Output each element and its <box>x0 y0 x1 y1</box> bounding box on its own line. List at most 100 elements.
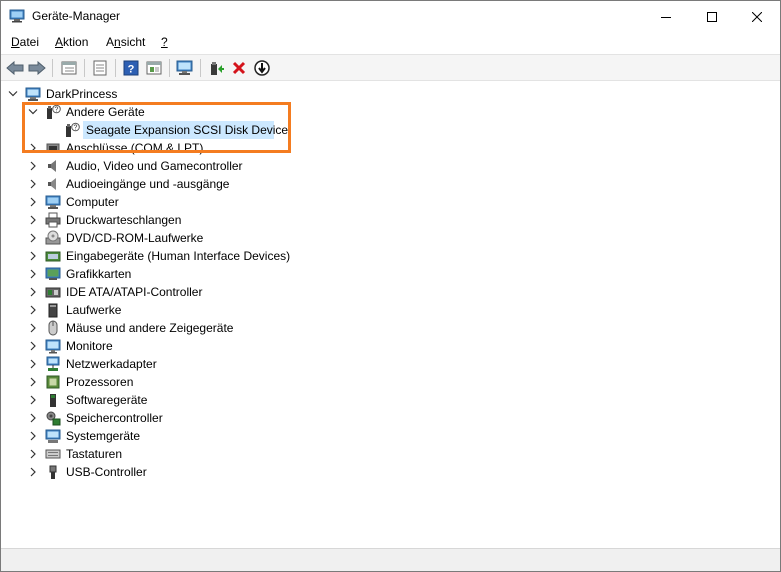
category-label: Eingabegeräte (Human Interface Devices) <box>66 249 291 263</box>
show-hidden-button[interactable] <box>143 58 165 78</box>
tree-category[interactable]: Audio, Video und Gamecontroller <box>1 157 601 175</box>
uninstall-button[interactable] <box>228 58 250 78</box>
chevron-right-icon[interactable] <box>28 286 38 298</box>
disable-device-button[interactable] <box>251 58 273 78</box>
category-label: Prozessoren <box>66 375 134 389</box>
hid-icon <box>45 251 61 262</box>
maximize-button[interactable] <box>689 1 735 32</box>
device-label: Seagate Expansion SCSI Disk Device <box>86 123 289 137</box>
speaker-icon <box>48 160 56 172</box>
mouse-icon <box>48 320 58 336</box>
tree-category[interactable]: DVD/CD-ROM-Laufwerke <box>1 229 601 247</box>
chevron-down-icon[interactable] <box>8 88 18 100</box>
tree-category[interactable]: Eingabegeräte (Human Interface Devices) <box>1 247 601 265</box>
chevron-right-icon[interactable] <box>28 250 38 262</box>
scan-hardware-button[interactable] <box>174 58 196 78</box>
tree-category[interactable]: Tastaturen <box>1 445 601 463</box>
chevron-right-icon[interactable] <box>28 178 38 190</box>
chevron-down-icon[interactable] <box>28 106 38 118</box>
category-label: Netzwerkadapter <box>66 357 157 371</box>
forward-button[interactable] <box>26 58 48 78</box>
category-label: Grafikkarten <box>66 267 132 281</box>
maximize-icon <box>707 11 717 22</box>
tree-category[interactable]: Softwaregeräte <box>1 391 601 409</box>
tree-device-selected[interactable]: ? Seagate Expansion SCSI Disk Device <box>1 121 601 139</box>
back-button[interactable] <box>4 58 26 78</box>
chevron-right-icon[interactable] <box>28 412 38 424</box>
chevron-right-icon[interactable] <box>28 214 38 226</box>
tree-category[interactable]: Speichercontroller <box>1 409 601 427</box>
chevron-right-icon[interactable] <box>28 448 38 460</box>
category-label: Laufwerke <box>66 303 122 317</box>
menu-ansicht[interactable]: Ansicht <box>106 35 145 49</box>
network-adapter-icon <box>46 356 60 371</box>
monitor-icon <box>45 339 61 354</box>
disk-drive-icon <box>48 303 58 318</box>
tree-category[interactable]: Anschlüsse (COM & LPT) <box>1 139 601 157</box>
tree-category[interactable]: Laufwerke <box>1 301 601 319</box>
menu-datei[interactable]: Datei <box>11 35 39 49</box>
tree-category[interactable]: Netzwerkadapter <box>1 355 601 373</box>
processor-icon <box>46 375 60 389</box>
category-label: Computer <box>66 195 119 209</box>
chevron-right-icon[interactable] <box>28 196 38 208</box>
tree-category[interactable]: Grafikkarten <box>1 265 601 283</box>
show-hidden-icon <box>146 61 162 75</box>
disable-icon <box>254 60 270 76</box>
disc-drive-icon <box>45 230 61 245</box>
category-label: Softwaregeräte <box>66 393 148 407</box>
title-bar[interactable]: Geräte-Manager <box>1 1 780 32</box>
unknown-device-icon: ? <box>47 104 61 119</box>
device-manager-window: Geräte-Manager Datei Aktion Ansicht ? ? … <box>0 0 781 572</box>
tree-category[interactable]: Mäuse und andere Zeigegeräte <box>1 319 601 337</box>
menu-help[interactable]: ? <box>161 35 168 49</box>
chevron-right-icon[interactable] <box>28 304 38 316</box>
tree-root[interactable]: DarkPrincess <box>1 85 601 103</box>
software-device-icon <box>50 394 56 407</box>
speaker-icon <box>48 178 56 190</box>
scan-hardware-icon <box>176 60 193 75</box>
tree-category[interactable]: IDE ATA/ATAPI-Controller <box>1 283 601 301</box>
ide-controller-icon <box>45 287 61 298</box>
tree-category[interactable]: Druckwarteschlangen <box>1 211 601 229</box>
chevron-right-icon[interactable] <box>28 232 38 244</box>
chevron-right-icon[interactable] <box>28 160 38 172</box>
chevron-right-icon[interactable] <box>28 376 38 388</box>
chevron-right-icon[interactable] <box>28 358 38 370</box>
category-label: Tastaturen <box>66 447 123 461</box>
close-button[interactable] <box>734 1 780 32</box>
root-label: DarkPrincess <box>46 87 118 101</box>
chevron-right-icon[interactable] <box>28 142 38 154</box>
back-icon <box>6 61 24 75</box>
minimize-button[interactable] <box>643 1 689 32</box>
tree-category[interactable]: USB-Controller <box>1 463 601 481</box>
chevron-right-icon[interactable] <box>28 466 38 478</box>
tree-category-andere-geraete[interactable]: ? Andere Geräte <box>1 103 601 121</box>
show-device-tree-button[interactable] <box>58 58 80 78</box>
toolbar: ? <box>1 54 780 81</box>
chevron-right-icon[interactable] <box>28 268 38 280</box>
category-label: Audio, Video und Gamecontroller <box>66 159 243 173</box>
device-tree: DarkPrincess ? Andere Geräte ? Seagate E… <box>1 82 780 548</box>
tree-category[interactable]: Audioeingänge und -ausgänge <box>1 175 601 193</box>
update-driver-button[interactable] <box>205 58 227 78</box>
device-manager-icon <box>9 9 25 23</box>
chevron-right-icon[interactable] <box>28 340 38 352</box>
chevron-right-icon[interactable] <box>28 394 38 406</box>
storage-controller-icon <box>46 411 61 426</box>
tree-category[interactable]: Computer <box>1 193 601 211</box>
svg-text:?: ? <box>128 64 135 76</box>
tree-category[interactable]: Prozessoren <box>1 373 601 391</box>
tree-category[interactable]: Systemgeräte <box>1 427 601 445</box>
properties-button[interactable] <box>89 58 111 78</box>
menu-aktion[interactable]: Aktion <box>55 35 88 49</box>
menu-bar: Datei Aktion Ansicht ? <box>1 32 780 53</box>
chevron-right-icon[interactable] <box>28 322 38 334</box>
tree-category[interactable]: Monitore <box>1 337 601 355</box>
usb-icon <box>49 465 57 479</box>
category-label: Speichercontroller <box>66 411 163 425</box>
window-title: Geräte-Manager <box>32 9 121 23</box>
chevron-right-icon[interactable] <box>28 430 38 442</box>
properties-view-icon <box>61 61 77 75</box>
help-button[interactable]: ? <box>120 58 142 78</box>
